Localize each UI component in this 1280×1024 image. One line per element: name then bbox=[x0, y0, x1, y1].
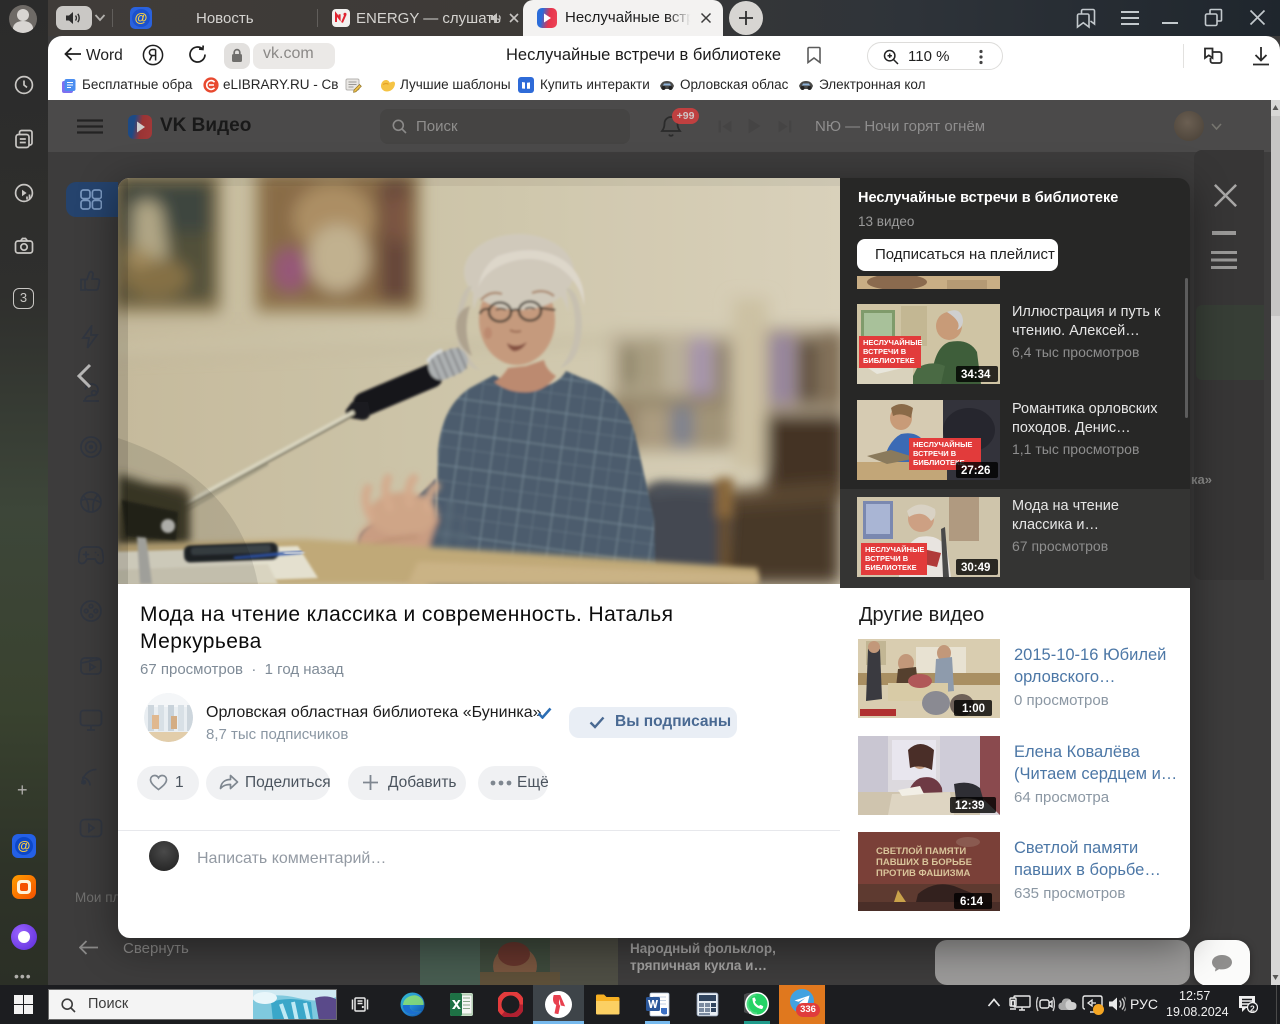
svg-text:30:49: 30:49 bbox=[961, 562, 990, 574]
svg-text:ПРОТИВ ФАШИЗМА: ПРОТИВ ФАШИЗМА bbox=[876, 868, 971, 879]
svg-text:12:39: 12:39 bbox=[955, 800, 984, 812]
svg-text:6:14: 6:14 bbox=[960, 896, 984, 908]
svg-text:БИБЛИОТЕКЕ: БИБЛИОТЕКЕ bbox=[863, 356, 915, 365]
svg-text:ПАВШИХ В БОРЬБЕ: ПАВШИХ В БОРЬБЕ bbox=[876, 857, 972, 868]
svg-text:1:00: 1:00 bbox=[962, 703, 985, 715]
svg-text:БИБЛИОТЕКЕ: БИБЛИОТЕКЕ bbox=[865, 563, 917, 572]
svg-text:2: 2 bbox=[1250, 1004, 1255, 1014]
svg-text:ВСТРЕЧИ В: ВСТРЕЧИ В bbox=[913, 449, 957, 458]
svg-text:ВСТРЕЧИ В: ВСТРЕЧИ В bbox=[863, 347, 907, 356]
svg-text:НЕСЛУЧАЙНЫЕ: НЕСЛУЧАЙНЫЕ bbox=[913, 440, 972, 449]
svg-text:НЕСЛУЧАЙНЫЕ: НЕСЛУЧАЙНЫЕ bbox=[863, 338, 922, 347]
svg-text:34:34: 34:34 bbox=[961, 369, 991, 381]
svg-text:СВЕТЛОЙ ПАМЯТИ: СВЕТЛОЙ ПАМЯТИ bbox=[876, 845, 966, 857]
svg-text:27:26: 27:26 bbox=[961, 465, 990, 477]
svg-text:ВСТРЕЧИ В: ВСТРЕЧИ В bbox=[865, 554, 909, 563]
svg-text:НЕСЛУЧАЙНЫЕ: НЕСЛУЧАЙНЫЕ bbox=[865, 545, 924, 554]
